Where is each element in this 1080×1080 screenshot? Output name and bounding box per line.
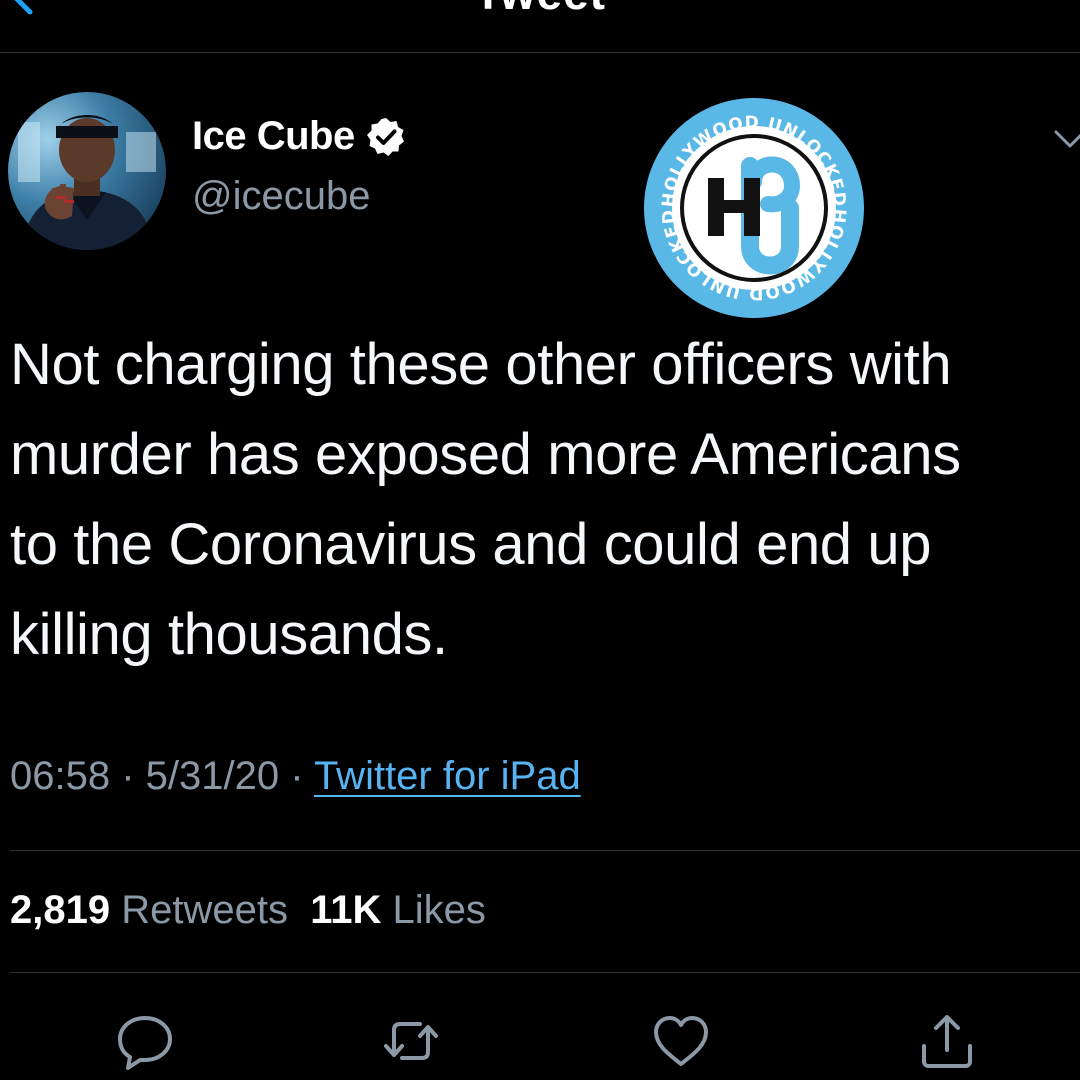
- divider: [10, 972, 1080, 973]
- tweet-detail-screen: Tweet: [0, 0, 1080, 1080]
- likes-stat[interactable]: 11K Likes: [310, 888, 486, 932]
- tweet-date: 5/31/20: [145, 754, 280, 798]
- hollywood-unlocked-watermark: HOLLYWOOD UNLOCKED HOLLYWOOD UNLOCKED: [642, 96, 866, 320]
- hollywood-unlocked-logo: HOLLYWOOD UNLOCKED HOLLYWOOD UNLOCKED: [644, 98, 864, 318]
- meta-separator: ·: [110, 754, 146, 798]
- tweet-stats: 2,819 Retweets 11K Likes: [10, 888, 486, 933]
- reply-icon: [118, 1016, 172, 1070]
- retweets-label: Retweets: [121, 888, 288, 932]
- retweet-icon: [384, 1022, 438, 1060]
- reply-button[interactable]: [114, 1010, 176, 1072]
- tweet-source-link[interactable]: Twitter for iPad: [314, 754, 581, 798]
- user-handle[interactable]: @icecube: [192, 174, 370, 219]
- page-title: Tweet: [0, 0, 1080, 20]
- like-icon: [654, 1016, 708, 1066]
- likes-label: Likes: [392, 888, 486, 932]
- tweet-meta: 06:58 · 5/31/20 · Twitter for iPad: [10, 754, 581, 799]
- author-name-row[interactable]: Ice Cube: [192, 114, 407, 159]
- top-navigation-bar: Tweet: [0, 0, 1080, 53]
- like-button[interactable]: [650, 1010, 712, 1072]
- share-button[interactable]: [916, 1010, 978, 1072]
- likes-count: 11K: [310, 888, 382, 932]
- verified-badge-icon: [366, 117, 404, 156]
- retweets-stat[interactable]: 2,819 Retweets: [10, 888, 288, 932]
- avatar[interactable]: [8, 92, 166, 250]
- divider: [10, 850, 1080, 851]
- avatar-photo: [8, 92, 166, 250]
- tweet-text: Not charging these other officers with m…: [10, 332, 961, 667]
- display-name: Ice Cube: [192, 114, 355, 158]
- share-icon: [922, 1015, 972, 1068]
- tweet-time: 06:58: [10, 754, 111, 798]
- meta-separator: ·: [279, 754, 314, 798]
- more-options-button[interactable]: [1050, 124, 1080, 154]
- retweets-count: 2,819: [10, 888, 111, 932]
- retweet-button[interactable]: [380, 1010, 442, 1072]
- chevron-down-icon: [1054, 130, 1080, 148]
